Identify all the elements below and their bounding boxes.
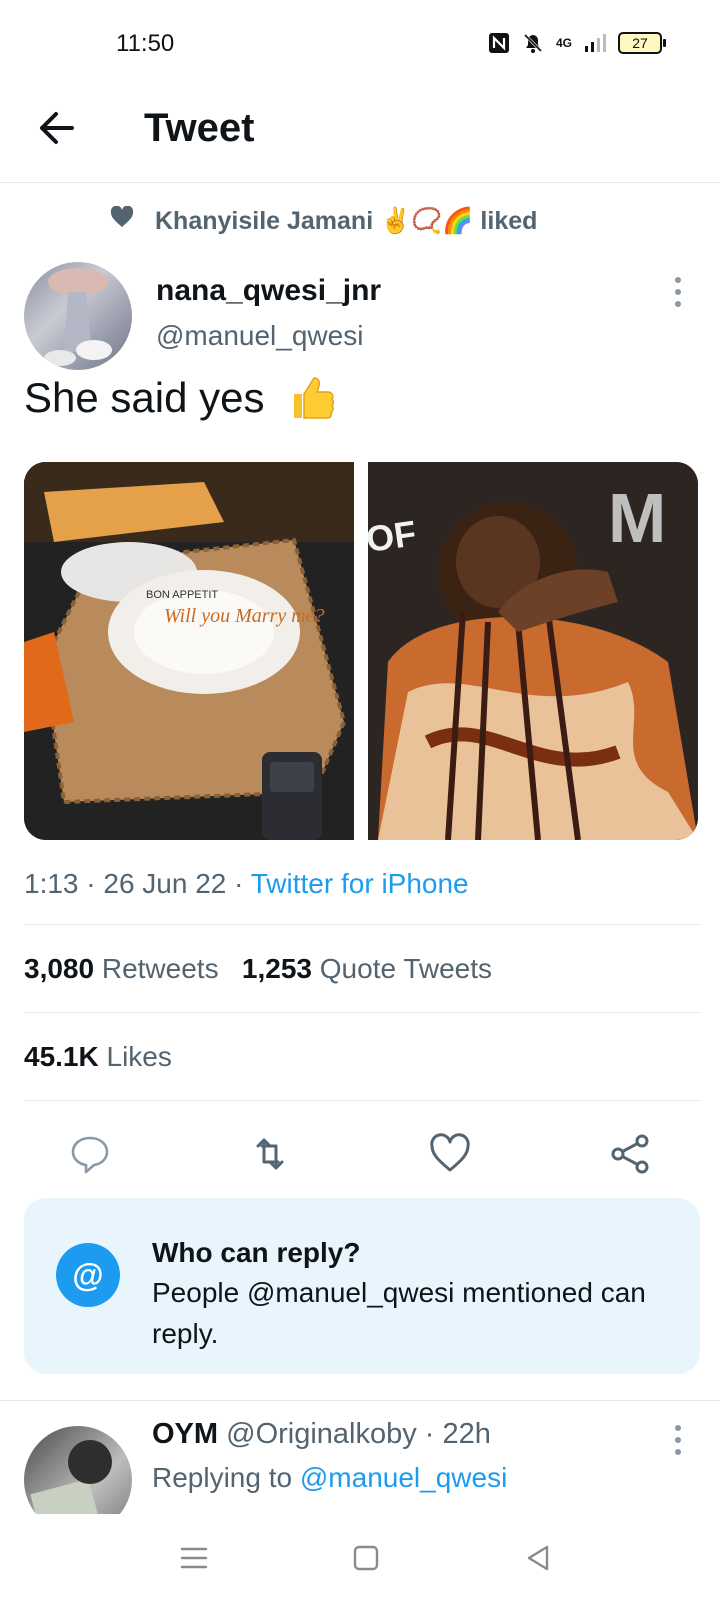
likes-divider	[24, 1100, 700, 1101]
retweet-icon[interactable]	[248, 1132, 292, 1176]
social-context-label[interactable]: Khanyisile Jamani ✌️📿🌈 liked	[155, 207, 537, 236]
nfc-icon	[488, 33, 509, 53]
back-triangle-icon[interactable]	[522, 1542, 554, 1574]
who-can-reply-body: People @manuel_qwesi mentioned can reply…	[152, 1277, 646, 1349]
author-display-name[interactable]: nana_qwesi_jnr	[156, 274, 381, 308]
reply-display-name: OYM	[152, 1418, 219, 1450]
like-icon[interactable]	[428, 1132, 472, 1176]
battery-icon: 27	[618, 32, 666, 54]
svg-text:OF: OF	[368, 512, 419, 560]
who-can-reply-title: Who can reply?	[152, 1237, 361, 1268]
likes-stats[interactable]: 45.1K Likes	[24, 1041, 172, 1073]
share-icon[interactable]	[608, 1132, 652, 1176]
retweets-label: Retweets	[101, 953, 219, 984]
author-avatar[interactable]	[24, 262, 132, 370]
stats-divider	[24, 1012, 700, 1013]
tweet-timestamp: 1:13 · 26 Jun 22 ·	[24, 868, 251, 899]
tweet-photo-plate[interactable]: Will you Marry me? BON APPETIT	[24, 462, 354, 840]
status-icons: 4G 27	[488, 32, 666, 54]
header-divider	[0, 182, 720, 183]
retweet-stats[interactable]: 3,080 Retweets 1,253 Quote Tweets	[24, 953, 492, 985]
battery-level: 27	[632, 35, 648, 51]
quotes-label: Quote Tweets	[319, 953, 493, 984]
plate-rim-text: BON APPETIT	[146, 589, 218, 601]
quotes-count: 1,253	[241, 953, 312, 984]
plate-message: Will you Marry me?	[164, 605, 325, 627]
replying-to-handle[interactable]: @manuel_qwesi	[300, 1462, 507, 1493]
reply-divider	[0, 1400, 720, 1401]
author-handle[interactable]: @manuel_qwesi	[156, 320, 363, 352]
menu-icon[interactable]	[178, 1542, 210, 1574]
back-arrow-icon[interactable]	[34, 108, 78, 148]
tweet-meta: 1:13 · 26 Jun 22 · Twitter for iPhone	[24, 868, 469, 900]
retweets-count: 3,080	[24, 953, 95, 984]
reply-icon[interactable]	[68, 1132, 112, 1176]
reply-handle: @Originalkoby	[226, 1418, 417, 1450]
reply-more-options-icon[interactable]	[672, 1424, 684, 1456]
likes-label: Likes	[106, 1041, 172, 1072]
tweet-source-link[interactable]: Twitter for iPhone	[251, 868, 469, 899]
mute-bell-icon	[523, 33, 543, 53]
thumbs-up-emoji-icon	[294, 377, 334, 419]
likes-count: 45.1K	[24, 1041, 99, 1072]
replying-to: Replying to @manuel_qwesi	[152, 1462, 507, 1494]
heart-filled-icon	[110, 206, 134, 227]
reply-header[interactable]: OYM @Originalkoby · 22h	[152, 1418, 491, 1451]
signal-icon	[585, 34, 606, 52]
meta-divider	[24, 924, 700, 925]
network-label: 4G	[555, 36, 572, 50]
tweet-text: She said yes	[24, 374, 265, 421]
more-options-icon[interactable]	[672, 276, 684, 308]
status-time: 11:50	[116, 30, 175, 57]
reply-time: · 22h	[416, 1418, 491, 1450]
mention-at-icon: @	[56, 1243, 120, 1307]
svg-text:M: M	[608, 479, 666, 557]
page-title: Tweet	[144, 106, 255, 150]
tweet-photo-person[interactable]: OF M	[368, 462, 698, 840]
home-square-icon[interactable]	[350, 1542, 382, 1574]
replying-prefix: Replying to	[152, 1462, 300, 1493]
